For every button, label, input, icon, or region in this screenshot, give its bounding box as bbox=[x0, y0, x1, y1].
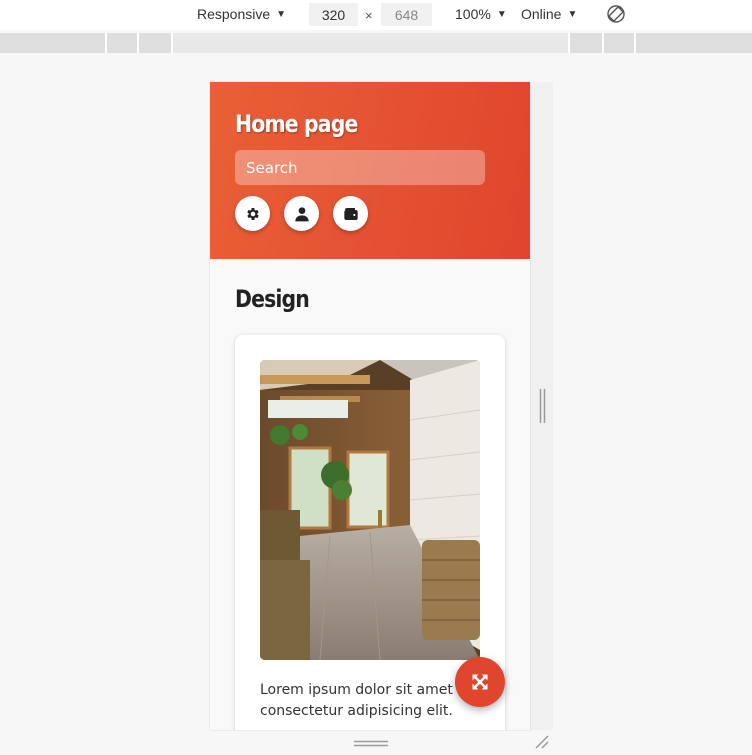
device-select-label: Responsive bbox=[197, 6, 271, 22]
device-select[interactable]: Responsive ▼ bbox=[197, 6, 286, 22]
wallet-icon bbox=[343, 207, 358, 220]
network-select[interactable]: Online ▼ bbox=[521, 6, 577, 22]
media-query-segment[interactable] bbox=[0, 33, 107, 53]
network-select-label: Online bbox=[521, 6, 562, 22]
media-query-segment[interactable] bbox=[107, 33, 139, 53]
media-query-segment[interactable] bbox=[173, 33, 570, 53]
caret-down-icon: ▼ bbox=[496, 8, 507, 20]
expand-arrows-icon bbox=[472, 674, 488, 690]
rotate-icon[interactable] bbox=[606, 4, 626, 24]
media-query-segment[interactable] bbox=[604, 33, 636, 53]
width-input[interactable] bbox=[309, 3, 358, 26]
resize-handle-bottom[interactable] bbox=[354, 740, 388, 748]
media-query-segment[interactable] bbox=[139, 33, 173, 53]
resize-handle-right[interactable] bbox=[539, 389, 546, 423]
profile-button[interactable] bbox=[284, 196, 319, 231]
zoom-select[interactable]: 100% ▼ bbox=[455, 6, 507, 22]
resize-handle-corner[interactable] bbox=[534, 734, 550, 750]
device-viewport: Home page De bbox=[210, 82, 530, 730]
page-title: Home page bbox=[235, 110, 358, 138]
zoom-select-label: 100% bbox=[455, 6, 491, 22]
app-header: Home page bbox=[210, 82, 530, 259]
interior-photo bbox=[260, 360, 480, 660]
user-icon bbox=[294, 206, 309, 221]
expand-button[interactable] bbox=[455, 657, 505, 707]
search-input[interactable] bbox=[235, 150, 485, 185]
dimension-separator: × bbox=[365, 8, 373, 23]
header-actions bbox=[235, 196, 505, 231]
gear-icon bbox=[246, 207, 259, 220]
media-query-segment[interactable] bbox=[636, 33, 752, 53]
settings-button[interactable] bbox=[235, 196, 270, 231]
wallet-button[interactable] bbox=[333, 196, 368, 231]
media-query-bar bbox=[0, 33, 752, 53]
caret-down-icon: ▼ bbox=[567, 8, 578, 20]
card-description: Lorem ipsum dolor sit amet consectetur a… bbox=[260, 682, 453, 719]
height-input[interactable] bbox=[381, 3, 432, 26]
devtools-toolbar: Responsive ▼ × 100% ▼ Online ▼ bbox=[0, 0, 752, 30]
caret-down-icon: ▼ bbox=[276, 8, 287, 20]
media-query-segment[interactable] bbox=[570, 33, 604, 53]
section-title: Design bbox=[235, 285, 310, 313]
